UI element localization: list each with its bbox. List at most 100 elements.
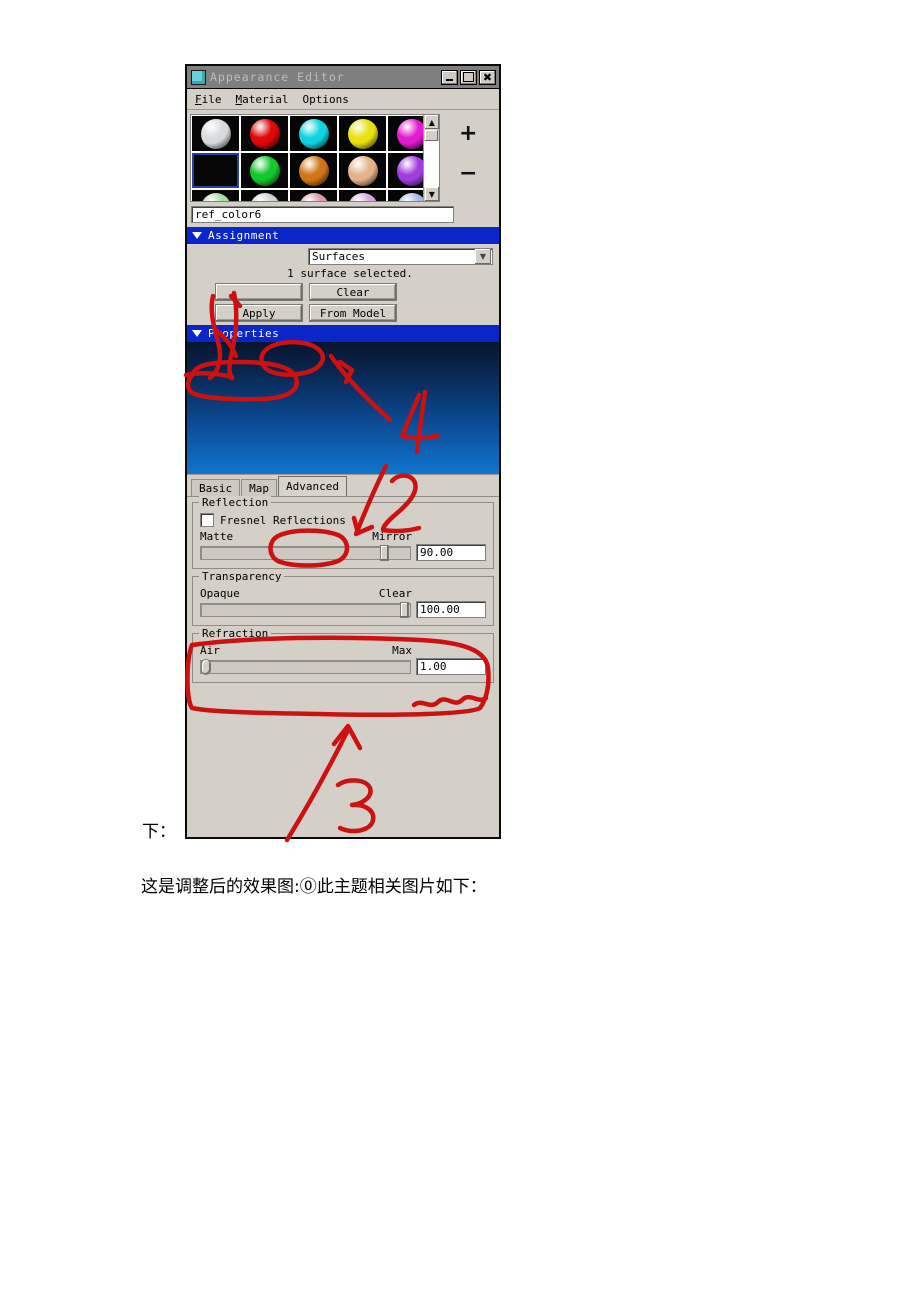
menu-item-material[interactable]: Material xyxy=(236,93,289,106)
material-sphere xyxy=(298,118,329,149)
tab-basic[interactable]: Basic xyxy=(191,479,241,496)
assignment-section-header[interactable]: Assignment xyxy=(187,227,499,244)
scroll-up-button[interactable]: ▲ xyxy=(424,115,439,129)
transparency-value-input[interactable]: 100.00 xyxy=(416,601,486,618)
material-swatch[interactable] xyxy=(241,153,288,188)
material-sphere xyxy=(396,118,424,149)
scroll-down-button[interactable]: ▼ xyxy=(424,187,439,201)
material-swatch[interactable] xyxy=(241,190,288,201)
window-title: Appearance Editor xyxy=(210,70,345,84)
transparency-slider-thumb[interactable] xyxy=(400,601,409,618)
menu-bar: File Material Options xyxy=(187,89,499,110)
material-swatch[interactable] xyxy=(339,190,386,201)
properties-tabs: Basic Map Advanced xyxy=(187,475,499,497)
swatch-size-controls: + − xyxy=(440,114,496,202)
collapse-triangle-icon xyxy=(192,330,202,337)
refraction-slider-thumb[interactable] xyxy=(201,658,211,675)
select-button[interactable] xyxy=(215,283,303,301)
material-name-input[interactable]: ref_color6 xyxy=(191,206,454,223)
assignment-body: Surfaces ▼ 1 surface selected. Clear App… xyxy=(187,244,499,325)
window-controls: ✖ xyxy=(441,69,497,85)
minimize-button[interactable] xyxy=(441,69,458,85)
material-swatch[interactable] xyxy=(192,190,239,201)
material-sphere xyxy=(347,192,378,201)
fresnel-checkbox[interactable] xyxy=(200,513,214,527)
material-swatch[interactable] xyxy=(388,190,424,201)
scrollbar-track[interactable] xyxy=(424,141,440,187)
material-swatch[interactable] xyxy=(192,153,239,188)
chevron-down-icon[interactable]: ▼ xyxy=(475,249,491,264)
page-text-line-2: 这是调整后的效果图:⓪此主题相关图片如下： xyxy=(141,877,487,897)
assignment-status: 1 surface selected. xyxy=(287,267,413,280)
assignment-target-row: Surfaces ▼ xyxy=(193,248,493,265)
refraction-group: Refraction Air Max 1.00 xyxy=(192,627,494,683)
transparency-slider-row: 100.00 xyxy=(200,601,486,618)
menu-label-material-rest: aterial xyxy=(242,92,289,106)
material-swatch[interactable] xyxy=(290,116,337,151)
fresnel-row[interactable]: Fresnel Reflections xyxy=(200,513,486,527)
reflection-slider[interactable] xyxy=(200,544,411,561)
assignment-target-value: Surfaces xyxy=(312,250,365,263)
zoom-out-button[interactable]: − xyxy=(459,163,477,185)
reflection-value-input[interactable]: 90.00 xyxy=(416,544,486,561)
material-swatch[interactable] xyxy=(192,116,239,151)
refraction-value-input[interactable]: 1.00 xyxy=(416,658,486,675)
collapse-triangle-icon xyxy=(192,232,202,239)
transparency-min-label: Opaque xyxy=(200,587,240,600)
material-name-row: ref_color6 xyxy=(187,202,499,227)
from-model-button[interactable]: From Model xyxy=(309,304,397,322)
properties-header-label: Properties xyxy=(208,327,280,340)
material-swatch[interactable] xyxy=(241,116,288,151)
zoom-in-button[interactable]: + xyxy=(459,123,477,145)
reflection-group-label: Reflection xyxy=(199,496,272,509)
reflection-endpoint-labels: Matte Mirror xyxy=(200,530,486,543)
assignment-header-label: Assignment xyxy=(208,229,280,242)
tab-advanced[interactable]: Advanced xyxy=(278,476,347,496)
assignment-button-row-2: Apply From Model xyxy=(215,304,493,322)
reflection-group: Reflection Fresnel Reflections Matte Mir… xyxy=(192,496,494,569)
close-icon: ✖ xyxy=(482,70,493,84)
refraction-group-label: Refraction xyxy=(199,627,272,640)
transparency-max-label: Clear xyxy=(378,587,412,600)
assignment-target-select[interactable]: Surfaces ▼ xyxy=(308,248,493,265)
material-swatch-grid xyxy=(191,115,424,201)
reflection-min-label: Matte xyxy=(200,530,234,543)
menu-item-file[interactable]: File xyxy=(195,93,222,106)
fresnel-label: Fresnel Reflections xyxy=(220,513,346,527)
transparency-slider[interactable] xyxy=(200,601,411,618)
scrollbar-thumb[interactable] xyxy=(425,130,439,141)
reflection-slider-thumb[interactable] xyxy=(380,544,390,561)
material-browser: ▲ ▼ + − xyxy=(187,110,499,202)
material-swatch-list[interactable]: ▲ ▼ xyxy=(190,114,441,202)
window-titlebar[interactable]: Appearance Editor ✖ xyxy=(187,66,499,89)
material-list-scrollbar[interactable]: ▲ ▼ xyxy=(423,115,440,201)
menu-label-options: Options xyxy=(302,92,349,106)
material-swatch[interactable] xyxy=(388,153,424,188)
appearance-editor-icon xyxy=(191,69,206,85)
material-swatch[interactable] xyxy=(339,116,386,151)
refraction-slider-row: 1.00 xyxy=(200,658,486,675)
material-sphere xyxy=(200,118,231,149)
reflection-slider-row: 90.00 xyxy=(200,544,486,561)
material-sphere xyxy=(249,118,280,149)
apply-button[interactable]: Apply xyxy=(215,304,303,322)
menu-item-options[interactable]: Options xyxy=(302,93,348,106)
material-swatch[interactable] xyxy=(339,153,386,188)
assignment-buttons: Clear Apply From Model xyxy=(193,283,493,322)
close-button[interactable]: ✖ xyxy=(479,69,496,85)
refraction-slider[interactable] xyxy=(200,658,411,675)
tab-map[interactable]: Map xyxy=(241,479,277,496)
minimize-icon xyxy=(446,79,453,81)
properties-section-header[interactable]: Properties xyxy=(187,325,499,342)
transparency-group-label: Transparency xyxy=(199,570,285,583)
material-swatch[interactable] xyxy=(388,116,424,151)
maximize-button[interactable] xyxy=(460,69,477,85)
material-swatch[interactable] xyxy=(290,153,337,188)
material-swatch[interactable] xyxy=(290,190,337,201)
material-sphere xyxy=(298,192,329,201)
refraction-min-label: Air xyxy=(200,644,220,657)
page-text-line-1: 下： xyxy=(142,822,176,842)
clear-button[interactable]: Clear xyxy=(309,283,397,301)
refraction-endpoint-labels: Air Max xyxy=(200,644,486,657)
material-sphere xyxy=(347,118,378,149)
